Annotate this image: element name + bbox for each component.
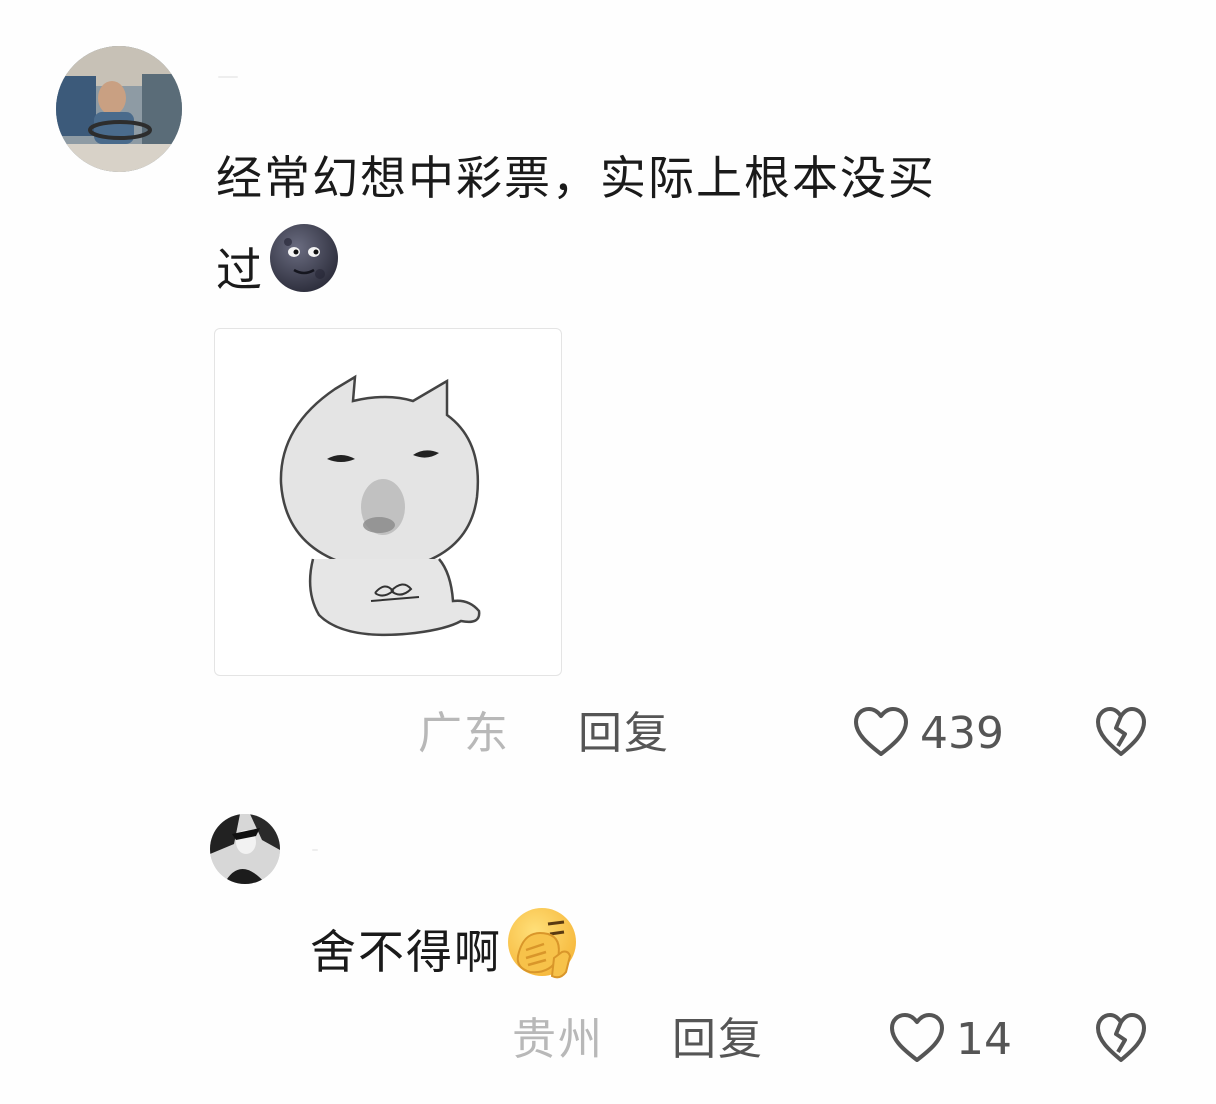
- reply-button[interactable]: 回复: [672, 1010, 764, 1070]
- like-count: 14: [956, 1014, 1012, 1065]
- heart-outline-icon: [854, 707, 908, 756]
- username-placeholder[interactable]: [218, 76, 238, 78]
- comment-text-line2-row: 过: [216, 220, 342, 312]
- reply-button[interactable]: 回复: [578, 704, 670, 764]
- new-moon-face-emoji: [270, 224, 338, 292]
- comment-text-line1: 经常幻想中彩票，实际上根本没买: [216, 151, 936, 205]
- avatar-driver-image: [56, 46, 182, 172]
- comment-text: 经常幻想中彩票，实际上根本没买: [216, 136, 936, 220]
- dislike-button[interactable]: [1094, 1012, 1148, 1064]
- like-button[interactable]: [852, 706, 910, 758]
- heart-outline-icon: [890, 1013, 944, 1062]
- broken-heart-icon: [1096, 707, 1146, 756]
- avatar[interactable]: [56, 46, 182, 172]
- broken-heart-icon: [1096, 1013, 1146, 1062]
- dislike-button[interactable]: [1094, 706, 1148, 758]
- comment-text: 舍不得啊: [310, 925, 502, 979]
- avatar-bw-character-image: [210, 814, 280, 884]
- face-palm-emoji: [508, 908, 576, 979]
- grey-cat-meme-sticker: [279, 374, 481, 637]
- reply-comment-text-row: 舍不得啊: [310, 902, 584, 994]
- like-button[interactable]: [888, 1012, 946, 1064]
- location-label: 广东: [418, 708, 510, 759]
- like-count: 439: [920, 708, 1004, 759]
- sticker-image[interactable]: [214, 328, 562, 676]
- location-label: 贵州: [512, 1014, 604, 1065]
- avatar[interactable]: [210, 814, 280, 884]
- comment-text-line2: 过: [216, 243, 264, 297]
- username-placeholder[interactable]: [312, 849, 318, 851]
